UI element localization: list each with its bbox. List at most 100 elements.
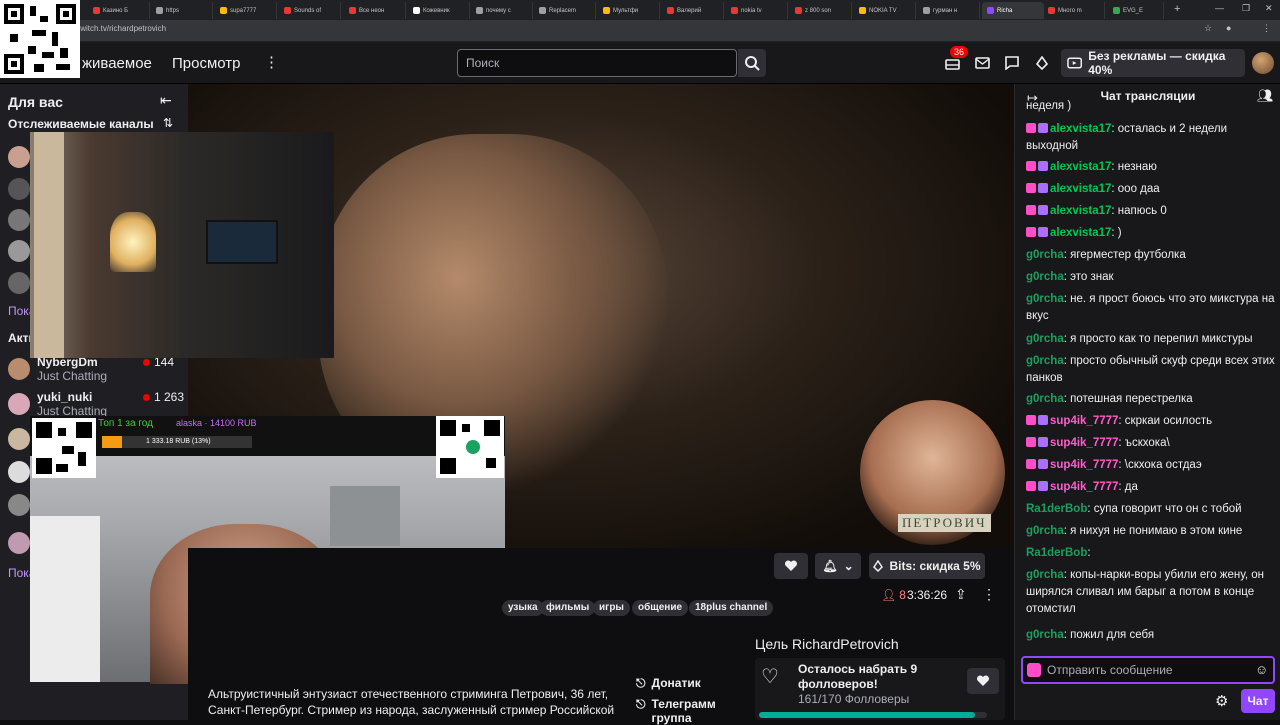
browser-menu-icon[interactable]: ⋮	[1262, 23, 1271, 34]
chat-username[interactable]: g0rcha	[1026, 355, 1064, 367]
chat-username[interactable]: sup4ik_7777	[1050, 459, 1118, 471]
emote-picker-icon[interactable]: ☺	[1255, 662, 1268, 677]
subscriber-badge-icon[interactable]	[1038, 227, 1048, 237]
notifications-toggle[interactable]: 🔔︎ ⌄	[815, 553, 861, 579]
browser-tab[interactable]: NOKIA TV	[854, 2, 916, 19]
chat-send-button[interactable]: Чат	[1241, 689, 1275, 713]
goal-follow-button[interactable]	[967, 668, 999, 694]
chat-username[interactable]: alexvista17	[1050, 183, 1111, 195]
browser-tab[interactable]: почему с	[471, 2, 533, 19]
close-window-icon[interactable]: ✕	[1265, 3, 1273, 14]
channel-avatar[interactable]	[8, 428, 30, 450]
more-menu-icon[interactable]: ⋮	[264, 53, 279, 71]
subscriber-badge-icon[interactable]	[1038, 183, 1048, 193]
chat-username[interactable]: g0rcha	[1026, 249, 1064, 261]
followed-channel-avatar[interactable]	[8, 178, 30, 200]
profile-icon[interactable]: ●	[1226, 23, 1231, 33]
chat-username[interactable]: sup4ik_7777	[1050, 415, 1118, 427]
browser-tab[interactable]: z 800 son	[790, 2, 852, 19]
sort-icon[interactable]: ⇅	[163, 116, 173, 130]
chat-settings-icon[interactable]: ⚙	[1215, 692, 1228, 710]
chat-username[interactable]: g0rcha	[1026, 271, 1064, 283]
browser-tab[interactable]: Казино Б	[88, 2, 150, 19]
subscriber-badge-icon[interactable]	[1038, 161, 1048, 171]
user-avatar[interactable]	[1252, 52, 1274, 74]
bits-badge-icon[interactable]	[1026, 481, 1036, 491]
telegram-link[interactable]: ⎋ Телеграмм группа	[636, 697, 716, 725]
bits-badge-icon[interactable]	[1026, 123, 1036, 133]
browser-tab[interactable]: EVG_E	[1108, 2, 1164, 19]
browser-tab[interactable]: гурман н	[918, 2, 980, 19]
url-text[interactable]: twitch.tv/richardpetrovich	[78, 24, 166, 33]
search-input[interactable]	[457, 49, 737, 77]
bits-discount-button[interactable]: Bits: скидка 5%	[869, 553, 985, 579]
chat-input[interactable]	[1021, 656, 1275, 684]
sidebar-channel[interactable]: NybergDm Just Chatting	[8, 355, 107, 383]
whispers-icon[interactable]	[1003, 54, 1021, 72]
subscriber-badge-icon[interactable]	[1038, 437, 1048, 447]
tag[interactable]: 18plus channel	[689, 600, 774, 616]
chat-username[interactable]: g0rcha	[1026, 525, 1064, 537]
search-button[interactable]	[738, 49, 766, 77]
followed-channel-avatar[interactable]	[8, 146, 30, 168]
subscriber-badge-icon[interactable]	[1038, 205, 1048, 215]
bits-badge-icon[interactable]	[1027, 663, 1041, 677]
followed-channel-avatar[interactable]	[8, 272, 30, 294]
browser-tab[interactable]: Мультфи	[598, 2, 660, 19]
channel-avatar[interactable]	[8, 494, 30, 516]
tag[interactable]: игры	[593, 600, 630, 616]
browser-tab[interactable]: Много m	[1043, 2, 1105, 19]
subscriber-badge-icon[interactable]	[1038, 481, 1048, 491]
chat-username[interactable]: alexvista17	[1050, 205, 1111, 217]
sidebar-channel[interactable]: yuki_nuki Just Chatting	[8, 390, 107, 418]
browser-tab[interactable]: Все неон	[344, 2, 406, 19]
maximize-icon[interactable]: ❐	[1242, 3, 1250, 14]
bits-badge-icon[interactable]	[1026, 227, 1036, 237]
chat-username[interactable]: sup4ik_7777	[1050, 481, 1118, 493]
chat-username[interactable]: sup4ik_7777	[1050, 437, 1118, 449]
bookmark-star-icon[interactable]: ☆	[1204, 23, 1212, 34]
chat-username[interactable]: g0rcha	[1026, 293, 1064, 305]
bits-badge-icon[interactable]	[1026, 437, 1036, 447]
share-icon[interactable]: ⇪	[955, 586, 967, 603]
follow-button[interactable]	[774, 553, 808, 579]
nav-following[interactable]: живаемое	[82, 55, 152, 72]
browser-tab[interactable]: Replacem	[534, 2, 596, 19]
channel-avatar[interactable]	[8, 532, 30, 554]
browser-tab[interactable]: Sounds of	[279, 2, 341, 19]
subscriber-badge-icon[interactable]	[1038, 123, 1048, 133]
minimize-icon[interactable]: —	[1215, 3, 1224, 13]
chat-username[interactable]: g0rcha	[1026, 629, 1064, 641]
chat-username[interactable]: g0rcha	[1026, 569, 1064, 581]
chat-username[interactable]: g0rcha	[1026, 393, 1064, 405]
tag[interactable]: фильмы	[540, 600, 596, 616]
ad-free-button[interactable]: Без рекламы — скидка 40%	[1061, 49, 1245, 77]
bits-badge-icon[interactable]	[1026, 205, 1036, 215]
chat-username[interactable]: alexvista17	[1050, 227, 1111, 239]
chat-username[interactable]: alexvista17	[1050, 161, 1111, 173]
browser-tab[interactable]: Кожевник	[408, 2, 470, 19]
bits-badge-icon[interactable]	[1026, 161, 1036, 171]
more-options-icon[interactable]: ⋮	[982, 586, 996, 603]
chat-username[interactable]: g0rcha	[1026, 333, 1064, 345]
subscriber-badge-icon[interactable]	[1038, 459, 1048, 469]
followed-channel-avatar[interactable]	[8, 209, 30, 231]
new-tab-icon[interactable]: +	[1174, 3, 1180, 15]
chat-username[interactable]: Ra1derBob	[1026, 547, 1087, 559]
chat-username[interactable]: alexvista17	[1050, 123, 1111, 135]
channel-avatar[interactable]	[8, 461, 30, 483]
browser-tab[interactable]: nokia tv	[726, 2, 788, 19]
browser-tab[interactable]: supa7777	[215, 2, 277, 19]
chat-username[interactable]: Ra1derBob	[1026, 503, 1087, 515]
bits-badge-icon[interactable]	[1026, 415, 1036, 425]
bits-icon[interactable]	[1033, 54, 1051, 72]
subscriber-badge-icon[interactable]	[1038, 415, 1048, 425]
bits-badge-icon[interactable]	[1026, 459, 1036, 469]
nav-browse[interactable]: Просмотр	[172, 55, 241, 72]
collapse-sidebar-icon[interactable]: ⇤	[160, 92, 172, 109]
browser-tab[interactable]: https	[151, 2, 213, 19]
donatik-link[interactable]: ⎋ Донатик	[636, 676, 701, 691]
inbox-icon[interactable]	[973, 54, 991, 72]
tag[interactable]: узыка	[502, 600, 544, 616]
tag[interactable]: общение	[632, 600, 689, 616]
